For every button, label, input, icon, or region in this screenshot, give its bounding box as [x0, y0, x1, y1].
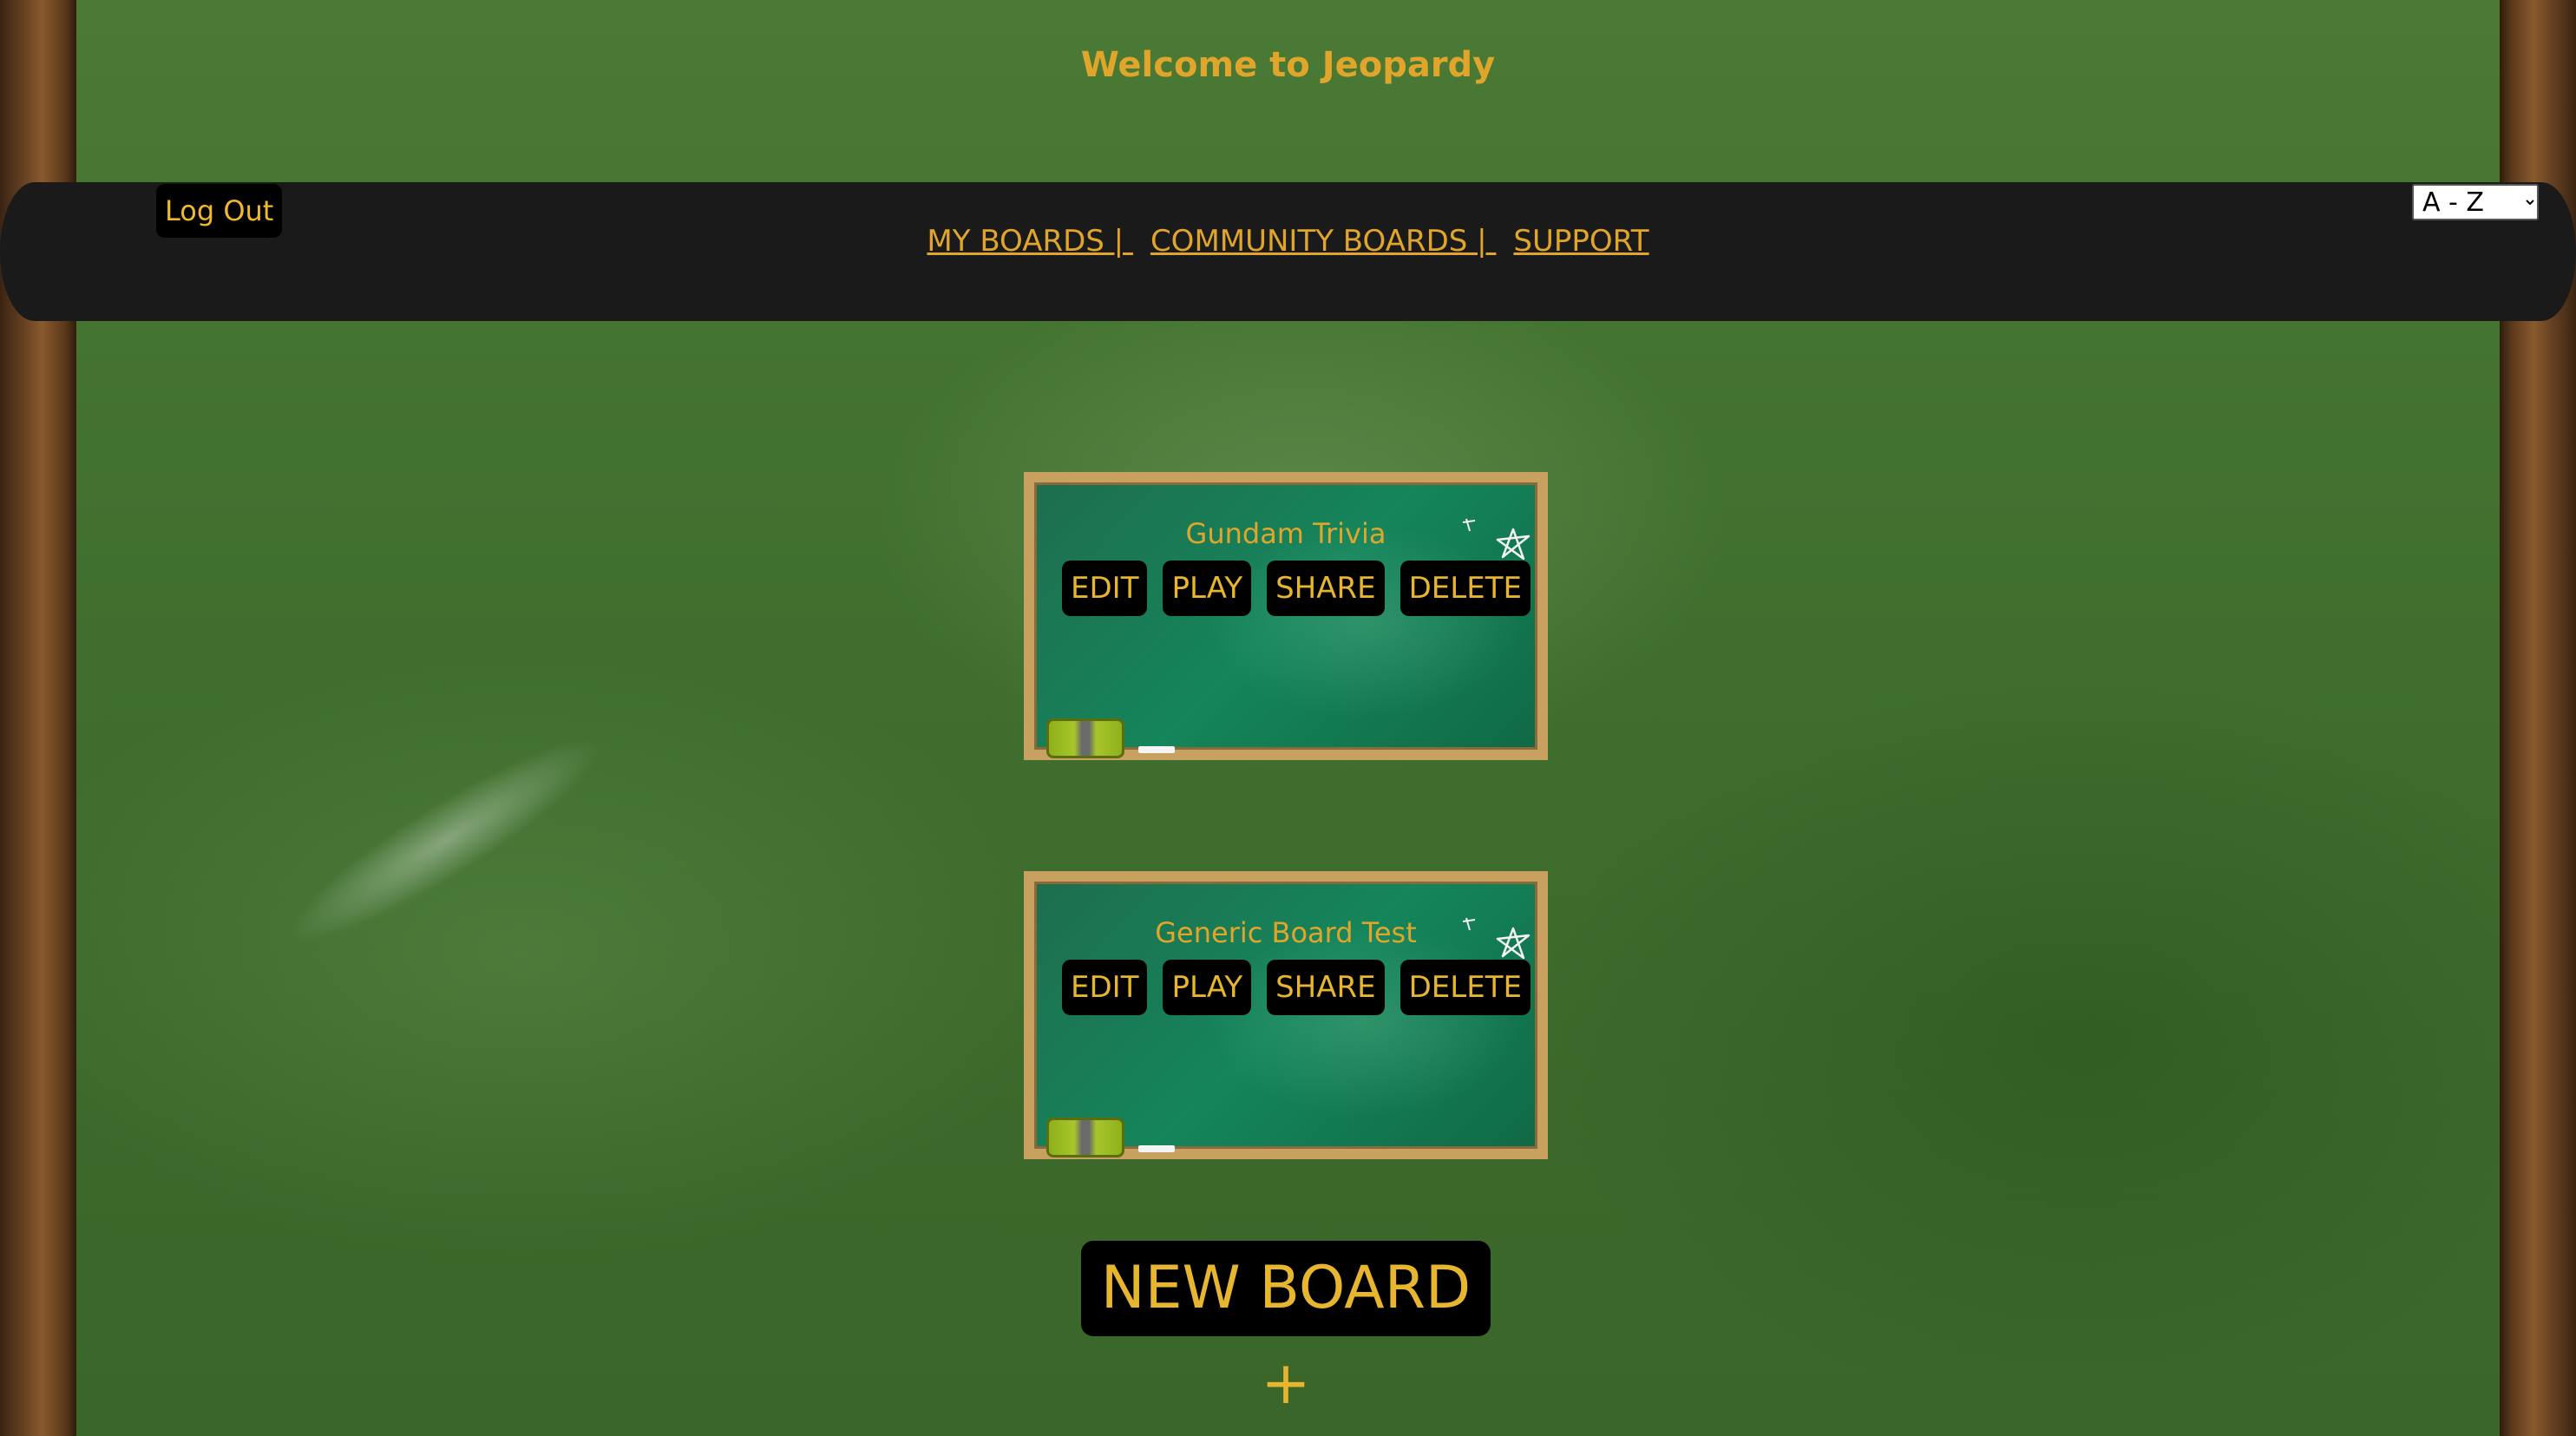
- sparkle-icon: [1462, 917, 1476, 931]
- eraser-icon: [1046, 1118, 1124, 1157]
- new-board-button[interactable]: NEW BOARD +: [1081, 1241, 1491, 1418]
- sparkle-icon: [1462, 518, 1476, 532]
- chalk-smear: [84, 659, 731, 1233]
- delete-button[interactable]: DELETE: [1399, 561, 1531, 616]
- favorite-star-icon[interactable]: [1494, 526, 1532, 564]
- board-actions: EDIT PLAY SHARE DELETE: [1062, 960, 1531, 1015]
- board-actions: EDIT PLAY SHARE DELETE: [1062, 561, 1531, 616]
- nav-links: MY BOARDS | COMMUNITY BOARDS | SUPPORT: [0, 224, 2576, 259]
- favorite-star-icon[interactable]: [1494, 925, 1532, 963]
- share-button[interactable]: SHARE: [1267, 960, 1385, 1015]
- chalk-icon: [1138, 1145, 1175, 1152]
- eraser-icon: [1046, 718, 1124, 758]
- play-button[interactable]: PLAY: [1163, 960, 1252, 1015]
- nav-link-community-boards[interactable]: COMMUNITY BOARDS |: [1150, 224, 1496, 259]
- nav-link-support[interactable]: SUPPORT: [1513, 224, 1649, 259]
- sort-select[interactable]: A - Z: [2412, 184, 2539, 220]
- delete-button[interactable]: DELETE: [1399, 960, 1531, 1015]
- edit-button[interactable]: EDIT: [1062, 960, 1148, 1015]
- chalkboard-background: Welcome to Jeopardy Log Out A - Z MY BOA…: [0, 0, 2576, 1436]
- edit-button[interactable]: EDIT: [1062, 561, 1148, 616]
- nav-link-my-boards[interactable]: MY BOARDS |: [927, 224, 1133, 259]
- share-button[interactable]: SHARE: [1267, 561, 1385, 616]
- page-title: Welcome to Jeopardy: [1080, 45, 1496, 85]
- board-card: Generic Board Test EDIT PLAY SHARE DELET…: [1024, 871, 1548, 1159]
- play-button[interactable]: PLAY: [1163, 561, 1252, 616]
- board-card: Gundam Trivia EDIT PLAY SHARE DELETE: [1024, 472, 1548, 760]
- chalk-icon: [1138, 746, 1175, 753]
